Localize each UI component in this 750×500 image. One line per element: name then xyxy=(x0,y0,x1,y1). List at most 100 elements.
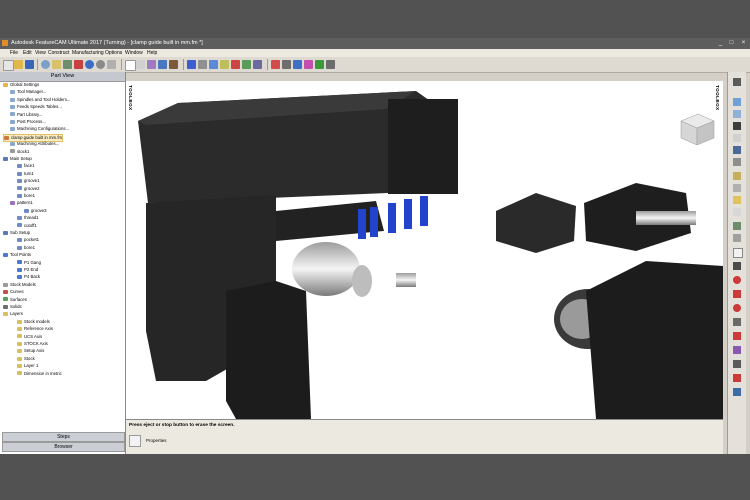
tree-item[interactable]: Global Settings xyxy=(3,82,39,88)
top-view-icon[interactable] xyxy=(733,110,741,118)
grid-toggle-icon[interactable] xyxy=(733,184,741,192)
tree-item[interactable]: pocket1 xyxy=(17,237,39,243)
tree-item[interactable]: face1 xyxy=(17,163,35,169)
3d-viewport[interactable]: TOOLBOX TOOLBOX xyxy=(126,81,723,454)
arc-icon[interactable] xyxy=(733,318,741,326)
wireframe-icon[interactable] xyxy=(733,234,741,242)
view-icon[interactable] xyxy=(169,60,178,69)
section-icon[interactable] xyxy=(733,208,741,216)
tree-item[interactable]: Solids xyxy=(3,304,22,310)
tree-item[interactable]: P2 End xyxy=(17,267,38,273)
extend-icon[interactable] xyxy=(733,374,741,382)
menu-view[interactable]: View xyxy=(35,50,46,56)
tab-steps[interactable]: Steps xyxy=(2,432,125,442)
shading-icon[interactable] xyxy=(733,222,741,230)
menu-help[interactable]: Help xyxy=(147,50,157,56)
tree-item[interactable]: UCS Axis xyxy=(17,334,42,340)
iso-view-icon[interactable] xyxy=(733,98,741,106)
menu-options[interactable]: Options xyxy=(105,50,122,56)
tree-item[interactable]: groove2 xyxy=(17,186,40,192)
toolbox-toggle-icon[interactable] xyxy=(733,78,741,86)
properties-label[interactable]: Properties xyxy=(146,438,167,443)
trim-icon[interactable] xyxy=(733,360,741,368)
tree-item[interactable]: Surfaces xyxy=(3,297,27,303)
chamfer-icon[interactable] xyxy=(733,346,741,354)
tree-item[interactable]: Part Library... xyxy=(10,112,42,118)
menu-window[interactable]: Window xyxy=(125,50,143,56)
side-view-icon[interactable] xyxy=(733,134,741,142)
tree-item[interactable]: groove1 xyxy=(17,178,40,184)
tree-item[interactable]: pattern1 xyxy=(10,200,33,206)
tree-item[interactable]: Machining Configurations... xyxy=(10,126,69,132)
measure-icon[interactable] xyxy=(220,60,229,69)
tree-item[interactable]: Tool Manager... xyxy=(10,89,46,95)
tree-item[interactable]: Spindles and Tool Holders... xyxy=(10,97,70,103)
zoom-field-icon[interactable] xyxy=(733,248,743,258)
snap-icon[interactable] xyxy=(231,60,240,69)
point-icon[interactable] xyxy=(733,276,741,284)
zoom-icon[interactable] xyxy=(158,60,167,69)
tree-item[interactable]: bore1 xyxy=(17,245,35,251)
offset-icon[interactable] xyxy=(733,388,741,396)
simulate-icon[interactable] xyxy=(85,60,94,69)
tree-item[interactable]: bore1 xyxy=(17,193,35,199)
feature-icon[interactable] xyxy=(63,60,72,69)
tree-item[interactable]: Curves xyxy=(3,289,24,295)
measure-tool-icon[interactable] xyxy=(733,172,741,180)
tree-item[interactable]: Setup Axis xyxy=(17,348,44,354)
grid-icon[interactable] xyxy=(253,60,262,69)
save-icon[interactable] xyxy=(25,60,34,69)
tree-item[interactable]: Layers xyxy=(3,311,23,317)
spline-icon[interactable] xyxy=(733,332,741,340)
check-icon[interactable] xyxy=(271,60,280,69)
tree-item[interactable]: Stock xyxy=(17,356,35,362)
toggle-icon[interactable] xyxy=(107,60,116,69)
tree-item[interactable]: STOCK Axis xyxy=(17,341,48,347)
light-icon[interactable] xyxy=(733,196,741,204)
tree-item[interactable]: Main Setup xyxy=(3,156,32,162)
menu-file[interactable]: File xyxy=(10,50,18,56)
filter-icon[interactable] xyxy=(147,60,156,69)
stop-icon[interactable] xyxy=(96,60,105,69)
menu-construct[interactable]: Construct xyxy=(48,50,69,56)
line-tool-icon[interactable] xyxy=(733,262,741,270)
front-view-icon[interactable] xyxy=(733,122,741,130)
tree-item[interactable]: Dimension in metric xyxy=(17,371,62,377)
tree-item[interactable]: Tool Points xyxy=(3,252,31,258)
zoom-fit-icon[interactable] xyxy=(733,146,741,154)
tree-item[interactable]: Feeds Speeds Tables... xyxy=(10,104,62,110)
tree-item[interactable]: Stock Models xyxy=(3,282,36,288)
part-view-header[interactable]: Part View xyxy=(0,72,125,82)
tree-item[interactable]: Reference Axis xyxy=(17,326,53,332)
new-file-icon[interactable] xyxy=(3,60,14,71)
cube-view-icon[interactable] xyxy=(187,60,196,69)
menu-edit[interactable]: Edit xyxy=(23,50,32,56)
tree-item[interactable]: P4 Back xyxy=(17,274,40,280)
wire-icon[interactable] xyxy=(209,60,218,69)
tree-item[interactable]: thread1 xyxy=(17,215,39,221)
globe-icon[interactable] xyxy=(41,60,50,69)
tree-item[interactable]: turn1 xyxy=(17,171,34,177)
tool-wizard-icon[interactable] xyxy=(52,60,61,69)
view-cube[interactable] xyxy=(680,113,715,146)
tree-item[interactable]: Layer 1 xyxy=(17,363,38,369)
tree-item[interactable]: cutoff1 xyxy=(17,223,37,229)
setup-icon[interactable] xyxy=(326,60,335,69)
properties-icon[interactable] xyxy=(129,435,141,447)
tree-item[interactable]: P1 Gang xyxy=(17,260,41,266)
machine-icon[interactable] xyxy=(304,60,313,69)
circle-icon[interactable] xyxy=(733,304,741,312)
tree-item[interactable]: Post Process... xyxy=(10,119,46,125)
minimize-button[interactable]: _ xyxy=(716,39,725,47)
tree-item[interactable]: groove3 xyxy=(24,208,47,214)
line-draw-icon[interactable] xyxy=(733,290,741,298)
pan-icon[interactable] xyxy=(293,60,302,69)
open-folder-icon[interactable] xyxy=(14,60,23,69)
tab-browser[interactable]: Browser xyxy=(2,442,125,452)
cursor-icon[interactable] xyxy=(125,60,136,71)
layer-icon[interactable] xyxy=(242,60,251,69)
eraser-icon[interactable] xyxy=(74,60,83,69)
rotate-icon[interactable] xyxy=(282,60,291,69)
select-icon[interactable] xyxy=(136,60,145,69)
close-button[interactable]: × xyxy=(739,39,748,47)
